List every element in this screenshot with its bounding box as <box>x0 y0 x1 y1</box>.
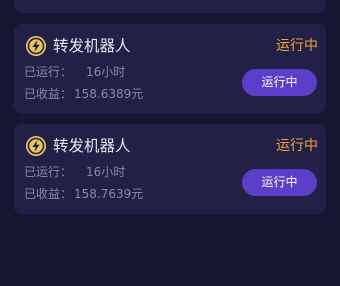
runtime-label: 已运行： <box>24 165 73 179</box>
runtime-row: 已运行： 16小时 <box>24 64 125 80</box>
earnings-value: 158.6389元 <box>74 87 144 101</box>
status-text: 运行中 <box>276 138 318 154</box>
earnings-label: 已收益： <box>24 187 73 201</box>
earnings-row: 已收益： 158.6389元 <box>24 86 143 102</box>
running-button[interactable]: 运行中 <box>242 69 317 96</box>
earnings-value: 158.7639元 <box>74 187 144 201</box>
lightning-bolt-icon <box>26 136 46 156</box>
robot-card-partial <box>14 0 326 13</box>
robot-card: 转发机器人 运行中 已运行： 16小时 已收益： 158.6389元 运行中 <box>14 24 326 114</box>
runtime-row: 已运行： 16小时 <box>24 164 125 180</box>
runtime-value: 16小时 <box>86 65 126 79</box>
running-button[interactable]: 运行中 <box>242 169 317 196</box>
earnings-row: 已收益： 158.7639元 <box>24 186 143 202</box>
robot-name: 转发机器人 <box>53 37 131 55</box>
robot-name: 转发机器人 <box>53 137 131 155</box>
robot-card: 转发机器人 运行中 已运行： 16小时 已收益： 158.7639元 运行中 <box>14 124 326 214</box>
runtime-value: 16小时 <box>86 165 126 179</box>
status-text: 运行中 <box>276 38 318 54</box>
earnings-label: 已收益： <box>24 87 73 101</box>
runtime-label: 已运行： <box>24 65 73 79</box>
lightning-bolt-icon <box>26 36 46 56</box>
